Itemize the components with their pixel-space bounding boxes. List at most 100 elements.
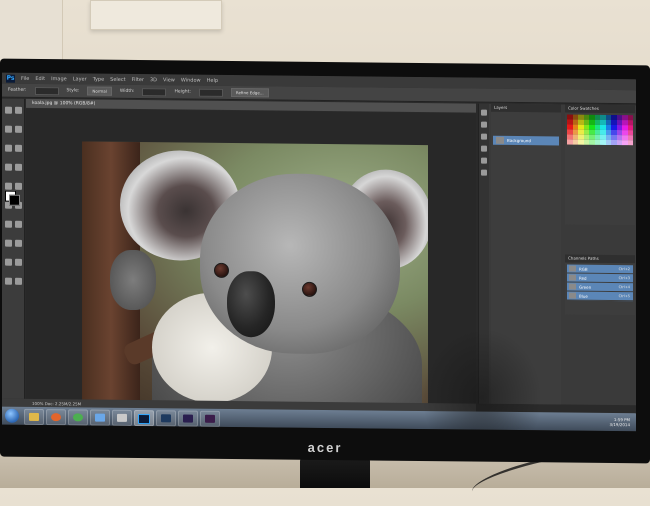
menu-3d[interactable]: 3D xyxy=(150,77,157,83)
menu-view[interactable]: View xyxy=(163,77,175,83)
taskbar-lightroom-icon[interactable] xyxy=(156,410,176,427)
channel-thumbnail xyxy=(569,274,576,281)
wall-paper-note xyxy=(90,0,222,30)
blur-tool-icon[interactable] xyxy=(5,220,12,228)
tools-panel xyxy=(2,98,25,399)
history-icon[interactable] xyxy=(481,109,487,116)
koala-photo xyxy=(82,141,428,408)
koala-left-eye xyxy=(214,262,229,278)
properties-icon[interactable] xyxy=(481,121,487,128)
menu-edit[interactable]: Edit xyxy=(35,75,45,81)
info-icon[interactable] xyxy=(481,133,487,140)
character-icon[interactable] xyxy=(481,157,487,164)
healing-tool-icon[interactable] xyxy=(5,163,12,171)
layers-panel-title[interactable]: Layers xyxy=(491,103,561,113)
taskbar-explorer-icon[interactable] xyxy=(24,408,44,426)
quick-select-tool-icon[interactable] xyxy=(15,125,22,133)
monitor: Ps File Edit Image Layer Type Select Fil… xyxy=(0,58,650,464)
channel-thumbnail xyxy=(569,292,576,299)
clock-date: 3/19/2014 xyxy=(609,421,630,428)
koala-paw xyxy=(110,249,156,311)
history-brush-tool-icon[interactable] xyxy=(15,182,22,190)
menu-select[interactable]: Select xyxy=(110,76,125,82)
feather-field[interactable] xyxy=(34,86,59,95)
eyedropper-tool-icon[interactable] xyxy=(15,144,22,152)
canvas-area[interactable] xyxy=(26,108,476,408)
style-select[interactable]: Normal xyxy=(87,86,112,96)
zoom-tool-icon[interactable] xyxy=(15,277,22,285)
channels-panel: Channels Paths RGB Ctrl+2 Red Ctrl+3 Gre… xyxy=(565,254,635,316)
koala-right-eye xyxy=(302,281,317,297)
path-select-tool-icon[interactable] xyxy=(5,258,12,266)
wall-paper-left xyxy=(0,0,63,60)
paragraph-icon[interactable] xyxy=(481,169,487,176)
swatches-panel: Color Swatches xyxy=(565,104,635,226)
screen: Ps File Edit Image Layer Type Select Fil… xyxy=(2,72,636,432)
panel-icon-strip xyxy=(479,103,489,404)
menu-filter[interactable]: Filter xyxy=(132,76,144,82)
height-field[interactable] xyxy=(198,88,223,97)
menu-file[interactable]: File xyxy=(21,75,29,81)
dodge-tool-icon[interactable] xyxy=(15,220,22,228)
swatches-panel-tabs[interactable]: Color Swatches xyxy=(565,104,635,114)
taskbar-app-icon[interactable] xyxy=(112,409,132,426)
channel-shortcut: Ctrl+3 xyxy=(618,276,630,281)
height-label: Height: xyxy=(174,89,191,95)
lasso-tool-icon[interactable] xyxy=(5,125,12,133)
layers-panel: Layers Background xyxy=(491,103,561,405)
layer-thumbnail xyxy=(496,136,504,144)
photoshop-logo: Ps xyxy=(6,74,15,83)
koala-head xyxy=(200,172,400,355)
menu-help[interactable]: Help xyxy=(207,77,218,83)
menu-image[interactable]: Image xyxy=(51,76,67,82)
crop-tool-icon[interactable] xyxy=(5,144,12,152)
taskbar-media-icon[interactable] xyxy=(90,409,110,426)
shape-tool-icon[interactable] xyxy=(15,258,22,266)
channel-name: Red xyxy=(579,275,587,281)
status-text: 100% Doc: 2.25M/2.25M xyxy=(32,400,82,407)
channel-thumbnail xyxy=(569,283,576,290)
pen-tool-icon[interactable] xyxy=(5,239,12,247)
koala-nose xyxy=(227,270,275,338)
channel-shortcut: Ctrl+4 xyxy=(618,285,630,290)
start-button[interactable] xyxy=(5,408,19,423)
brush-tool-icon[interactable] xyxy=(15,163,22,171)
brush-panel-icon[interactable] xyxy=(481,145,487,152)
monitor-brand-logo: acer xyxy=(307,439,343,456)
taskbar-premiere-icon[interactable] xyxy=(200,410,220,427)
stamp-tool-icon[interactable] xyxy=(5,182,12,190)
width-field[interactable] xyxy=(142,87,167,96)
channel-name: Green xyxy=(579,284,592,290)
channel-thumbnail xyxy=(569,265,576,272)
feather-label: Feather: xyxy=(8,87,27,93)
type-tool-icon[interactable] xyxy=(15,239,22,247)
move-tool-icon[interactable] xyxy=(5,106,12,114)
swatch-grid[interactable] xyxy=(567,114,633,146)
hand-tool-icon[interactable] xyxy=(5,277,12,285)
channel-name: Blue xyxy=(579,293,588,299)
marquee-tool-icon[interactable] xyxy=(15,106,22,114)
channels-panel-title[interactable]: Channels Paths xyxy=(565,254,635,264)
layer-row-background[interactable]: Background xyxy=(493,135,559,146)
windows-taskbar: 1:59 PM 3/19/2014 xyxy=(2,406,636,432)
monitor-stand xyxy=(300,458,370,488)
menu-layer[interactable]: Layer xyxy=(73,76,87,82)
document-tab-label: koala.jpg @ 100% (RGB/8#) xyxy=(32,100,96,107)
refine-edge-button[interactable]: Refine Edge... xyxy=(230,88,269,98)
menu-window[interactable]: Window xyxy=(181,77,201,83)
taskbar-chrome-icon[interactable] xyxy=(68,409,88,426)
background-color-swatch[interactable] xyxy=(9,194,20,206)
channel-name: RGB xyxy=(579,266,588,272)
menu-type[interactable]: Type xyxy=(93,76,104,82)
taskbar-firefox-icon[interactable] xyxy=(46,409,66,426)
layer-name: Background xyxy=(507,137,531,144)
panels-dock: Layers Background Color Swatches Channel… xyxy=(478,103,636,406)
taskbar-photoshop-icon[interactable] xyxy=(134,409,154,427)
color-swatch[interactable] xyxy=(627,140,633,146)
system-tray-clock[interactable]: 1:59 PM 3/19/2014 xyxy=(609,417,630,427)
channel-row-blue[interactable]: Blue Ctrl+5 xyxy=(567,291,633,302)
width-label: Width: xyxy=(119,88,135,95)
taskbar-aftereffects-icon[interactable] xyxy=(178,410,198,427)
style-label: Style: xyxy=(66,88,80,94)
channel-shortcut: Ctrl+5 xyxy=(618,294,630,299)
